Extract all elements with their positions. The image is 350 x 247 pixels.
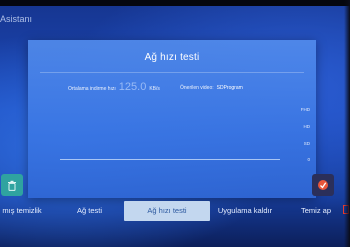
average-speed-unit: KB/s [149,86,160,92]
trash-tile[interactable] [1,174,23,196]
recommended-video-label: Önerilen video: [180,85,214,91]
average-speed-value: 125.0 [118,81,147,93]
title-divider [40,72,304,73]
tab-network-speed-test[interactable]: Ağ hızı testi [124,201,210,221]
cleaning-tile[interactable] [312,174,334,196]
recommended-video-row: Önerilen video: SDProgram [180,85,243,91]
average-speed-label: Ortalama indirme hızı [68,86,116,92]
tab-clean-app[interactable]: Temiz ap [282,201,350,221]
quality-label-fhd: FHD [300,107,310,112]
tv-bezel-top [0,0,350,6]
dialog-title: Ağ hızı testi [144,52,200,63]
quality-label-zero: 0 [307,157,310,162]
tab-uninstall-app[interactable]: Uygulama kaldır [212,201,278,221]
speed-graph-line [60,159,280,160]
trash-icon [8,180,16,191]
speed-test-dialog: Ağ hızı testi Ortalama indirme hızı 125.… [28,40,316,198]
tv-bezel-right [344,0,350,247]
recommended-video-value: SDProgram [216,85,243,91]
quality-label-hd: HD [303,124,311,129]
tab-mini-cleanup[interactable]: mış temizlik [0,201,46,221]
tab-network-test[interactable]: Ağ testi [62,201,117,221]
app-title: Asistanı [0,14,33,24]
quality-label-sd: SD [303,141,310,146]
cleaning-icon [318,180,328,190]
average-speed-row: Ortalama indirme hızı 125.0 KB/s [68,81,160,93]
